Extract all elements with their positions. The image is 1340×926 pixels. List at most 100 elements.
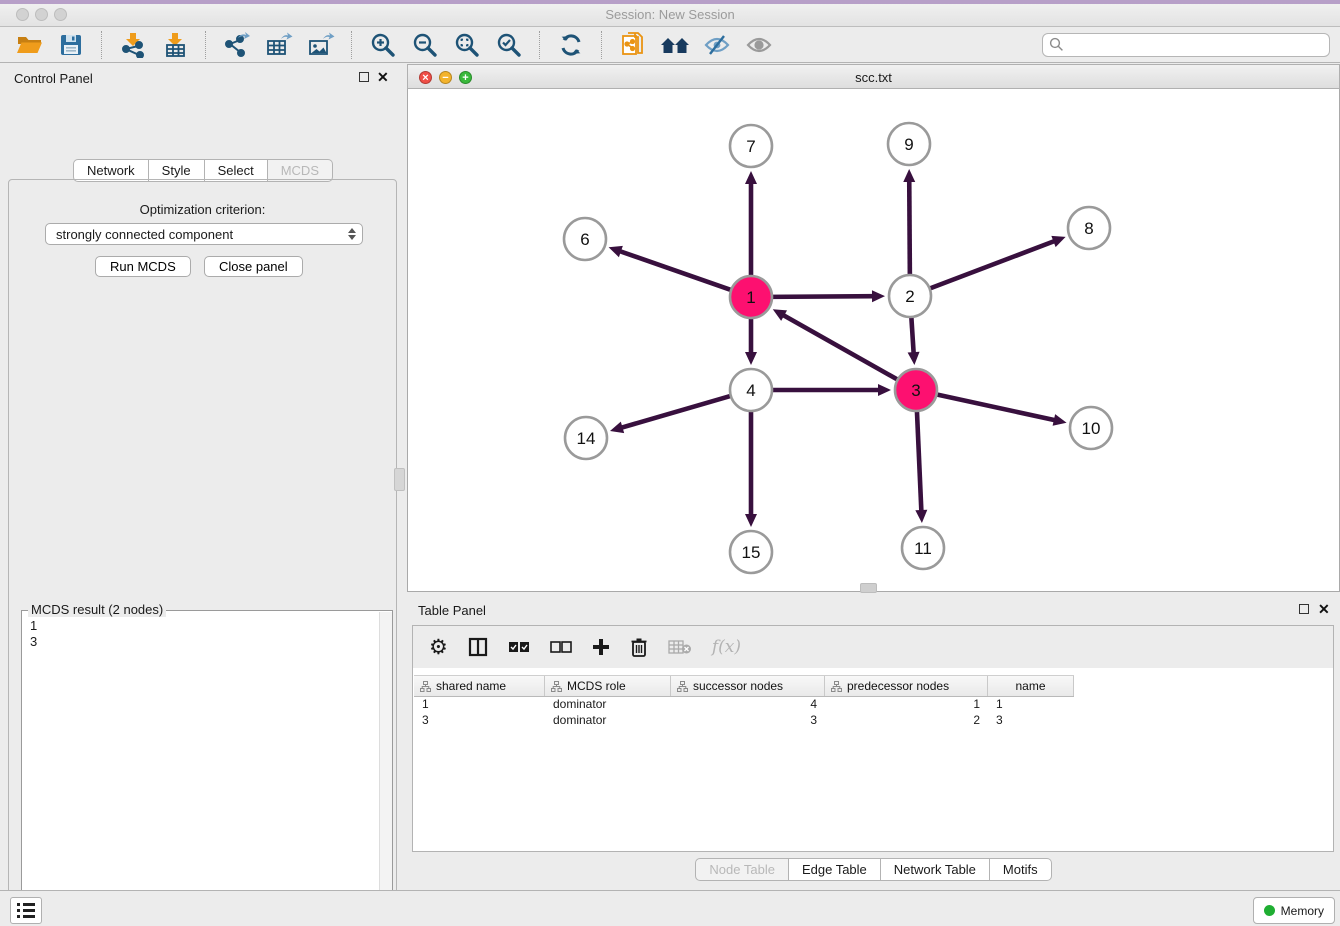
close-table-panel-icon[interactable]: ✕ (1318, 603, 1330, 615)
toolbar-separator (205, 31, 207, 59)
arrowhead-1-2 (872, 290, 885, 302)
network-canvas[interactable]: 7 9 6 8 1 2 4 3 14 10 15 11 (407, 89, 1340, 592)
edge-3-11[interactable] (917, 409, 922, 512)
unselect-all-columns-button[interactable] (550, 634, 572, 660)
add-column-button[interactable] (592, 634, 610, 660)
edge-3-1[interactable] (782, 315, 899, 381)
svg-text:10: 10 (1082, 419, 1101, 438)
float-panel-icon[interactable] (359, 72, 369, 82)
node-7[interactable]: 7 (730, 125, 772, 167)
edge-2-3[interactable] (911, 315, 913, 354)
column-label: predecessor nodes (847, 679, 949, 693)
delete-table-button[interactable] (668, 634, 692, 660)
svg-text:8: 8 (1084, 219, 1093, 238)
node-2[interactable]: 2 (889, 275, 931, 317)
hide-selected-button[interactable] (698, 29, 736, 61)
table-row[interactable]: 3dominator323 (414, 712, 1332, 728)
zoom-in-button[interactable] (364, 29, 402, 61)
float-table-panel-icon[interactable] (1299, 604, 1309, 614)
node-14[interactable]: 14 (565, 417, 607, 459)
column-type-icon (831, 681, 842, 692)
tab-motifs[interactable]: Motifs (990, 858, 1052, 881)
edge-2-9[interactable] (909, 180, 910, 277)
node-15[interactable]: 15 (730, 531, 772, 573)
apply-layout-button[interactable] (552, 29, 590, 61)
memory-button[interactable]: Memory (1253, 897, 1335, 924)
svg-text:14: 14 (577, 429, 596, 448)
column-header-name[interactable]: name (988, 676, 1074, 696)
column-type-icon (551, 681, 562, 692)
edge-3-10[interactable] (935, 394, 1056, 420)
gear-button[interactable]: ⚙ (429, 634, 448, 660)
zoom-selected-button[interactable] (490, 29, 528, 61)
vertical-splitter-handle[interactable] (394, 468, 405, 491)
node-4[interactable]: 4 (730, 369, 772, 411)
edge-4-14[interactable] (621, 395, 733, 428)
close-panel-button[interactable]: Close panel (204, 256, 303, 277)
cell-shared-name[interactable]: 1 (414, 696, 545, 712)
arrowhead-4-14 (610, 422, 624, 434)
export-network-button[interactable] (218, 29, 256, 61)
cell-name[interactable]: 3 (988, 712, 1074, 728)
duplicate-network-button[interactable] (614, 29, 652, 61)
export-table-button[interactable] (260, 29, 298, 61)
tab-network-table[interactable]: Network Table (881, 858, 990, 881)
open-session-button[interactable] (10, 29, 48, 61)
edge-1-2[interactable] (770, 296, 874, 297)
list-icon (17, 903, 35, 918)
edge-2-8[interactable] (928, 241, 1056, 289)
run-mcds-button[interactable]: Run MCDS (95, 256, 191, 277)
search-field[interactable] (1042, 33, 1330, 57)
arrowhead-3-10 (1053, 414, 1067, 426)
save-icon (59, 33, 83, 57)
horizontal-splitter-handle[interactable] (860, 583, 877, 593)
search-input[interactable] (1068, 36, 1323, 53)
toolbar-separator (101, 31, 103, 59)
task-history-button[interactable] (10, 897, 42, 924)
import-table-button[interactable] (156, 29, 194, 61)
save-session-button[interactable] (52, 29, 90, 61)
optimization-criterion-select[interactable]: strongly connected component (45, 223, 363, 245)
node-11[interactable]: 11 (902, 527, 944, 569)
session-title: Session: New Session (0, 7, 1340, 22)
tab-edge-table[interactable]: Edge Table (789, 858, 881, 881)
node-3[interactable]: 3 (895, 369, 937, 411)
table-row[interactable]: 1dominator411 (414, 696, 1332, 712)
node-9[interactable]: 9 (888, 123, 930, 165)
cell-predecessor-nodes[interactable]: 1 (825, 696, 988, 712)
show-all-button[interactable] (740, 29, 778, 61)
cell-MCDS-role[interactable]: dominator (545, 696, 671, 712)
arrowhead-2-9 (903, 169, 915, 182)
select-all-columns-button[interactable] (508, 634, 530, 660)
first-neighbors-button[interactable] (656, 29, 694, 61)
column-header-successor-nodes[interactable]: successor nodes (671, 676, 825, 696)
close-panel-icon[interactable]: ✕ (377, 71, 389, 83)
node-1[interactable]: 1 (730, 276, 772, 318)
cell-MCDS-role[interactable]: dominator (545, 712, 671, 728)
import-network-button[interactable] (114, 29, 152, 61)
zoom-out-button[interactable] (406, 29, 444, 61)
cell-shared-name[interactable]: 3 (414, 712, 545, 728)
node-10[interactable]: 10 (1070, 407, 1112, 449)
svg-text:11: 11 (914, 539, 932, 558)
function-builder-button[interactable]: f(x) (712, 634, 741, 660)
cell-name[interactable]: 1 (988, 696, 1074, 712)
control-panel-title: Control Panel (14, 71, 93, 86)
column-header-predecessor-nodes[interactable]: predecessor nodes (825, 676, 988, 696)
split-columns-button[interactable] (468, 634, 488, 660)
export-image-button[interactable] (302, 29, 340, 61)
column-header-shared-name[interactable]: shared name (414, 676, 545, 696)
tab-node-table[interactable]: Node Table (695, 858, 789, 881)
edge-1-6[interactable] (619, 251, 733, 291)
cell-predecessor-nodes[interactable]: 2 (825, 712, 988, 728)
optimization-criterion-value: strongly connected component (56, 227, 348, 242)
fit-content-button[interactable] (448, 29, 486, 61)
column-header-MCDS-role[interactable]: MCDS role (545, 676, 671, 696)
node-6[interactable]: 6 (564, 218, 606, 260)
node-8[interactable]: 8 (1068, 207, 1110, 249)
cell-successor-nodes[interactable]: 4 (671, 696, 825, 712)
delete-column-button[interactable] (630, 634, 648, 660)
mcds-result-scrollbar[interactable] (379, 612, 392, 926)
cell-successor-nodes[interactable]: 3 (671, 712, 825, 728)
show-all-icon (745, 33, 773, 57)
